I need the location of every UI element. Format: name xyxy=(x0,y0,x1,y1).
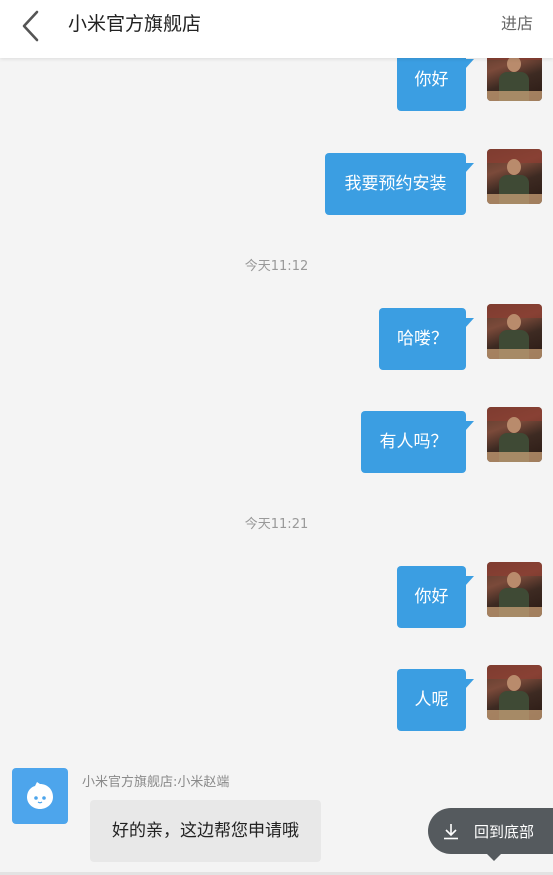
outgoing-message[interactable]: 人呢 xyxy=(397,669,474,731)
back-button[interactable] xyxy=(14,8,50,44)
outgoing-message[interactable]: 哈喽？ xyxy=(379,308,474,370)
timestamp: 今天11:12 xyxy=(244,259,309,274)
outgoing-message[interactable]: 你好 xyxy=(397,49,474,111)
sender-name: 小米官方旗舰店:小米赵端 xyxy=(82,775,230,790)
chat-screen: 小米官方旗舰店 进店 你好 我要预约安装 今天11:12 哈喽？ 有人吗？ 今天… xyxy=(0,0,553,875)
page-title: 小米官方旗舰店 xyxy=(68,13,202,35)
service-mascot-icon xyxy=(27,782,53,809)
user-avatar[interactable] xyxy=(487,665,542,720)
chevron-left-icon xyxy=(22,10,39,42)
shop-avatar[interactable] xyxy=(12,768,68,824)
arrow-down-to-line-icon xyxy=(444,824,458,840)
user-avatar[interactable] xyxy=(487,304,542,359)
enter-store-button[interactable]: 进店 xyxy=(501,13,533,35)
back-to-bottom-button[interactable]: 回到底部 xyxy=(428,808,553,854)
outgoing-message[interactable]: 你好 xyxy=(397,566,474,628)
user-avatar[interactable] xyxy=(487,149,542,204)
user-avatar[interactable] xyxy=(487,407,542,462)
timestamp: 今天11:21 xyxy=(244,517,309,532)
incoming-message[interactable]: 好的亲，这边帮您申请哦 xyxy=(90,800,321,862)
back-to-bottom-label: 回到底部 xyxy=(474,822,535,841)
outgoing-message[interactable]: 我要预约安装 xyxy=(325,153,474,215)
outgoing-message[interactable]: 有人吗？ xyxy=(361,411,474,473)
user-avatar[interactable] xyxy=(487,562,542,617)
button-pointer xyxy=(486,853,502,861)
top-bar: 小米官方旗舰店 进店 xyxy=(0,0,553,58)
